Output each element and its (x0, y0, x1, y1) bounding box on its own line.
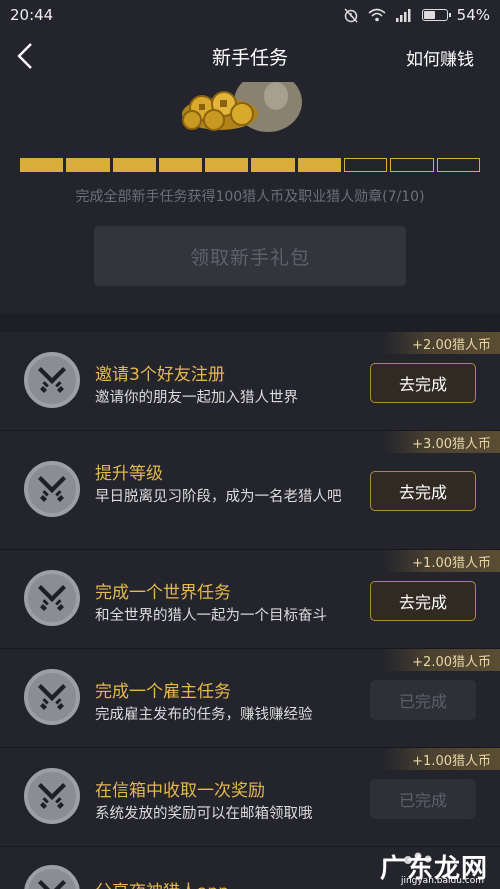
progress-segment-filled (112, 158, 156, 172)
task-title: 提升等级 (95, 464, 163, 484)
nav-bar: 新手任务 如何赚钱 (0, 30, 500, 82)
task-description: 早日脱离见习阶段，成为一名老猎人吧 (95, 489, 342, 505)
crossed-swords-icon (38, 585, 66, 611)
task-description: 和全世界的猎人一起为一个目标奋斗 (95, 608, 327, 624)
progress-segment-empty (436, 158, 480, 172)
wifi-icon (368, 8, 386, 22)
task-list: +2.00猎人币 邀请3个好友注册 邀请你的朋友一起加入猎人世界 去完成 +3.00猎人… (0, 332, 500, 889)
task-icon (24, 865, 80, 889)
reward-badge: +2.00猎人币 (382, 649, 500, 671)
task-description: 系统发放的奖励可以在邮箱领取哦 (95, 806, 313, 822)
task-title: 邀请3个好友注册 (95, 365, 225, 385)
progress-segment-filled (297, 158, 342, 172)
task-icon (24, 768, 80, 824)
progress-segment-filled (205, 158, 249, 172)
status-time: 20:44 (10, 6, 54, 24)
status-bar: 20:44 54% (0, 0, 500, 30)
task-title: 完成一个世界任务 (95, 583, 231, 603)
task-row: +2.00猎人币邀请3个好友注册邀请你的朋友一起加入猎人世界 去完成 (0, 332, 500, 431)
task-icon (24, 669, 80, 725)
task-title: 完成一个雇主任务 (95, 682, 231, 702)
task-row: +1.00猎人币完成一个世界任务和全世界的猎人一起为一个目标奋斗 去完成 (0, 550, 500, 649)
progress-panel: 完成全部新手任务获得100猎人币及职业猎人勋章(7/10) 领取新手礼包 (0, 82, 500, 314)
progress-segment-filled (251, 158, 295, 172)
crossed-swords-icon (38, 476, 66, 502)
crossed-swords-icon (38, 367, 66, 393)
progress-segment-empty (390, 158, 434, 172)
reward-badge: +1.00猎人币 (382, 748, 500, 770)
task-description: 邀请你的朋友一起加入猎人世界 (95, 390, 298, 406)
task-go-button[interactable]: 去完成 (370, 581, 476, 621)
task-row: +3.00猎人币提升等级早日脱离见习阶段，成为一名老猎人吧 去完成 (0, 431, 500, 550)
task-title: 分享夜神猎人app (95, 877, 229, 889)
task-go-button[interactable]: 去完成 (370, 471, 476, 511)
status-icons: 54% (343, 6, 490, 24)
task-completed-button: 已完成 (370, 680, 476, 720)
coin-bag-image (182, 82, 302, 132)
task-row: +1.00猎人币在信箱中收取一次奖励系统发放的奖励可以在邮箱领取哦 已完成 (0, 748, 500, 847)
reward-badge: +1.00猎人币 (382, 550, 500, 572)
battery-percent: 54% (456, 6, 490, 24)
task-completed-button: 已完成 (370, 779, 476, 819)
task-title: 在信箱中收取一次奖励 (95, 781, 265, 801)
alarm-off-icon (344, 8, 358, 23)
crossed-swords-icon (38, 783, 66, 809)
watermark-url: jingyan.baidu.com (400, 876, 484, 886)
claim-gift-button[interactable]: 领取新手礼包 (94, 226, 406, 286)
task-icon (24, 352, 80, 408)
task-icon (24, 461, 80, 517)
task-row: +2.00猎人币完成一个雇主任务完成雇主发布的任务，赚钱赚经验 已完成 (0, 649, 500, 748)
progress-segment-empty (344, 158, 388, 172)
reward-badge: +2.00猎人币 (382, 332, 500, 354)
reward-badge: +3.00猎人币 (382, 431, 500, 453)
progress-bar (20, 158, 480, 172)
crossed-swords-icon (38, 684, 66, 710)
battery-icon (421, 9, 451, 21)
task-description: 完成雇主发布的任务，赚钱赚经验 (95, 707, 313, 723)
progress-text: 完成全部新手任务获得100猎人币及职业猎人勋章(7/10) (75, 189, 425, 205)
task-go-button[interactable]: 去完成 (370, 363, 476, 403)
crossed-swords-icon (38, 880, 66, 889)
signal-icon (395, 9, 411, 22)
task-icon (24, 570, 80, 626)
progress-segment-filled (20, 158, 64, 172)
progress-segment-filled (66, 158, 110, 172)
how-to-earn-link[interactable]: 如何赚钱 (406, 45, 474, 70)
progress-segment-filled (158, 158, 203, 172)
